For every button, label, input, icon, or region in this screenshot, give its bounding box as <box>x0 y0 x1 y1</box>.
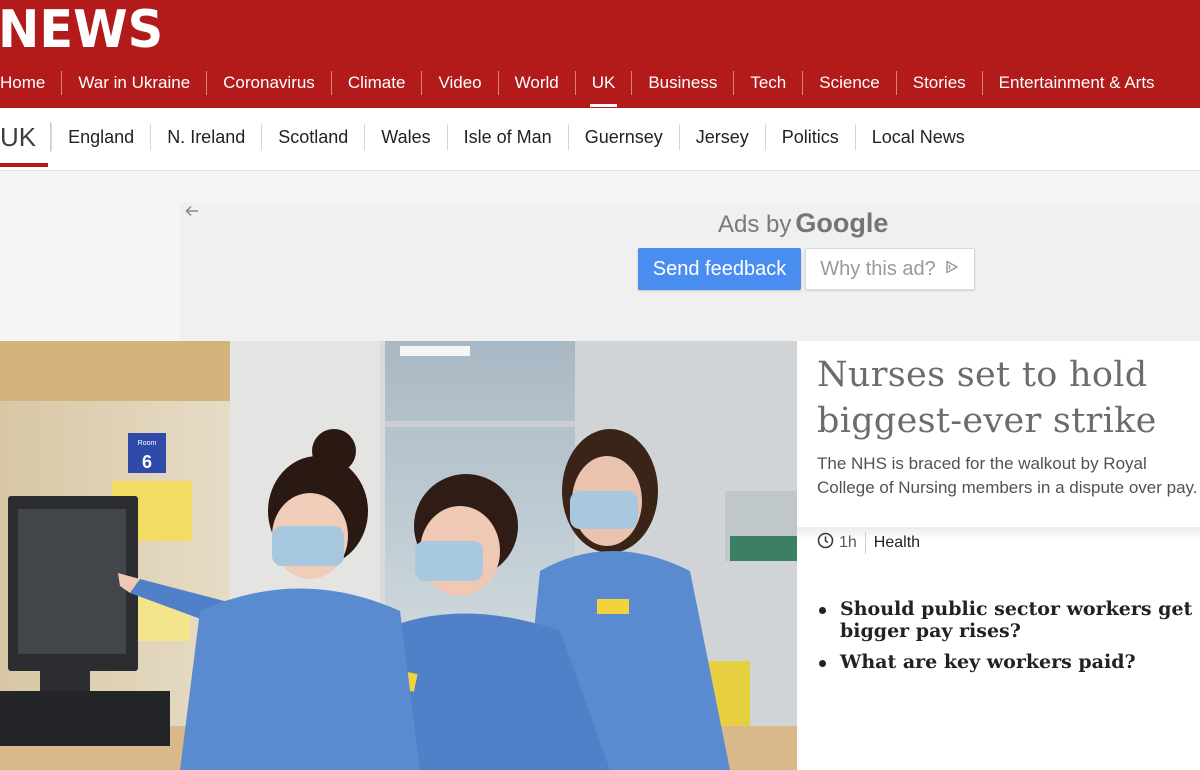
subnav-item-jersey[interactable]: Jersey <box>678 124 765 150</box>
nav-item-coronavirus[interactable]: Coronavirus <box>206 71 331 95</box>
ads-by-google-label: Ads by Google <box>718 208 888 239</box>
arrow-left-icon[interactable] <box>184 203 202 221</box>
adchoices-icon <box>944 258 960 281</box>
site-header: NEWS Home War in Ukraine Coronavirus Cli… <box>0 0 1200 108</box>
timestamp-text: 1h <box>839 534 857 551</box>
nav-item-stories[interactable]: Stories <box>895 71 982 95</box>
clock-icon <box>817 532 834 554</box>
subnav-item-guernsey[interactable]: Guernsey <box>567 124 679 150</box>
nav-item-home[interactable]: Home <box>0 71 61 95</box>
room-sign-label: Room <box>138 440 157 447</box>
primary-nav: Home War in Ukraine Coronavirus Climate … <box>0 70 1171 107</box>
article-summary: The NHS is braced for the walkout by Roy… <box>817 454 1198 497</box>
related-link[interactable]: Should public sector workers get bigger … <box>817 598 1200 642</box>
news-logo[interactable]: NEWS <box>0 0 163 60</box>
send-feedback-label: Send feedback <box>652 257 787 280</box>
google-wordmark: Google <box>795 208 889 238</box>
ads-by-text: Ads by <box>718 211 792 238</box>
subnav-item-scotland[interactable]: Scotland <box>261 124 364 150</box>
section-title[interactable]: UK <box>0 122 52 167</box>
nav-item-tech[interactable]: Tech <box>733 71 802 95</box>
subnav-item-wales[interactable]: Wales <box>364 124 446 150</box>
room-sign-number: 6 <box>142 452 152 472</box>
article-headline[interactable]: Nurses set to hold biggest-ever strike <box>817 352 1197 444</box>
nav-item-world[interactable]: World <box>497 71 575 95</box>
nav-item-uk[interactable]: UK <box>574 71 632 107</box>
why-this-ad-label: Why this ad? <box>820 257 936 280</box>
article-tag-health[interactable]: Health <box>866 534 920 552</box>
why-this-ad-button[interactable]: Why this ad? <box>805 248 975 290</box>
nav-item-climate[interactable]: Climate <box>330 71 422 95</box>
send-feedback-button[interactable]: Send feedback <box>638 248 801 290</box>
nav-item-video[interactable]: Video <box>421 71 497 95</box>
secondary-nav: UK England N. Ireland Scotland Wales Isl… <box>0 108 1200 171</box>
article-timestamp: 1h <box>817 532 866 554</box>
subnav-item-n-ireland[interactable]: N. Ireland <box>150 124 261 150</box>
subnav-item-politics[interactable]: Politics <box>764 124 855 150</box>
related-links: Should public sector workers get bigger … <box>817 598 1200 682</box>
nav-item-war-in-ukraine[interactable]: War in Ukraine <box>61 71 206 95</box>
subnav-item-england[interactable]: England <box>51 124 150 150</box>
hero-image-nurses[interactable]: Room 6 <box>0 341 797 770</box>
related-link[interactable]: What are key workers paid? <box>817 651 1200 673</box>
nav-item-business[interactable]: Business <box>631 71 733 95</box>
nav-item-science[interactable]: Science <box>802 71 895 95</box>
subnav-item-local-news[interactable]: Local News <box>854 124 981 150</box>
nav-item-entertainment-arts[interactable]: Entertainment & Arts <box>981 71 1171 95</box>
article-meta: 1h Health <box>817 532 920 554</box>
subnav-item-isle-of-man[interactable]: Isle of Man <box>446 124 568 150</box>
